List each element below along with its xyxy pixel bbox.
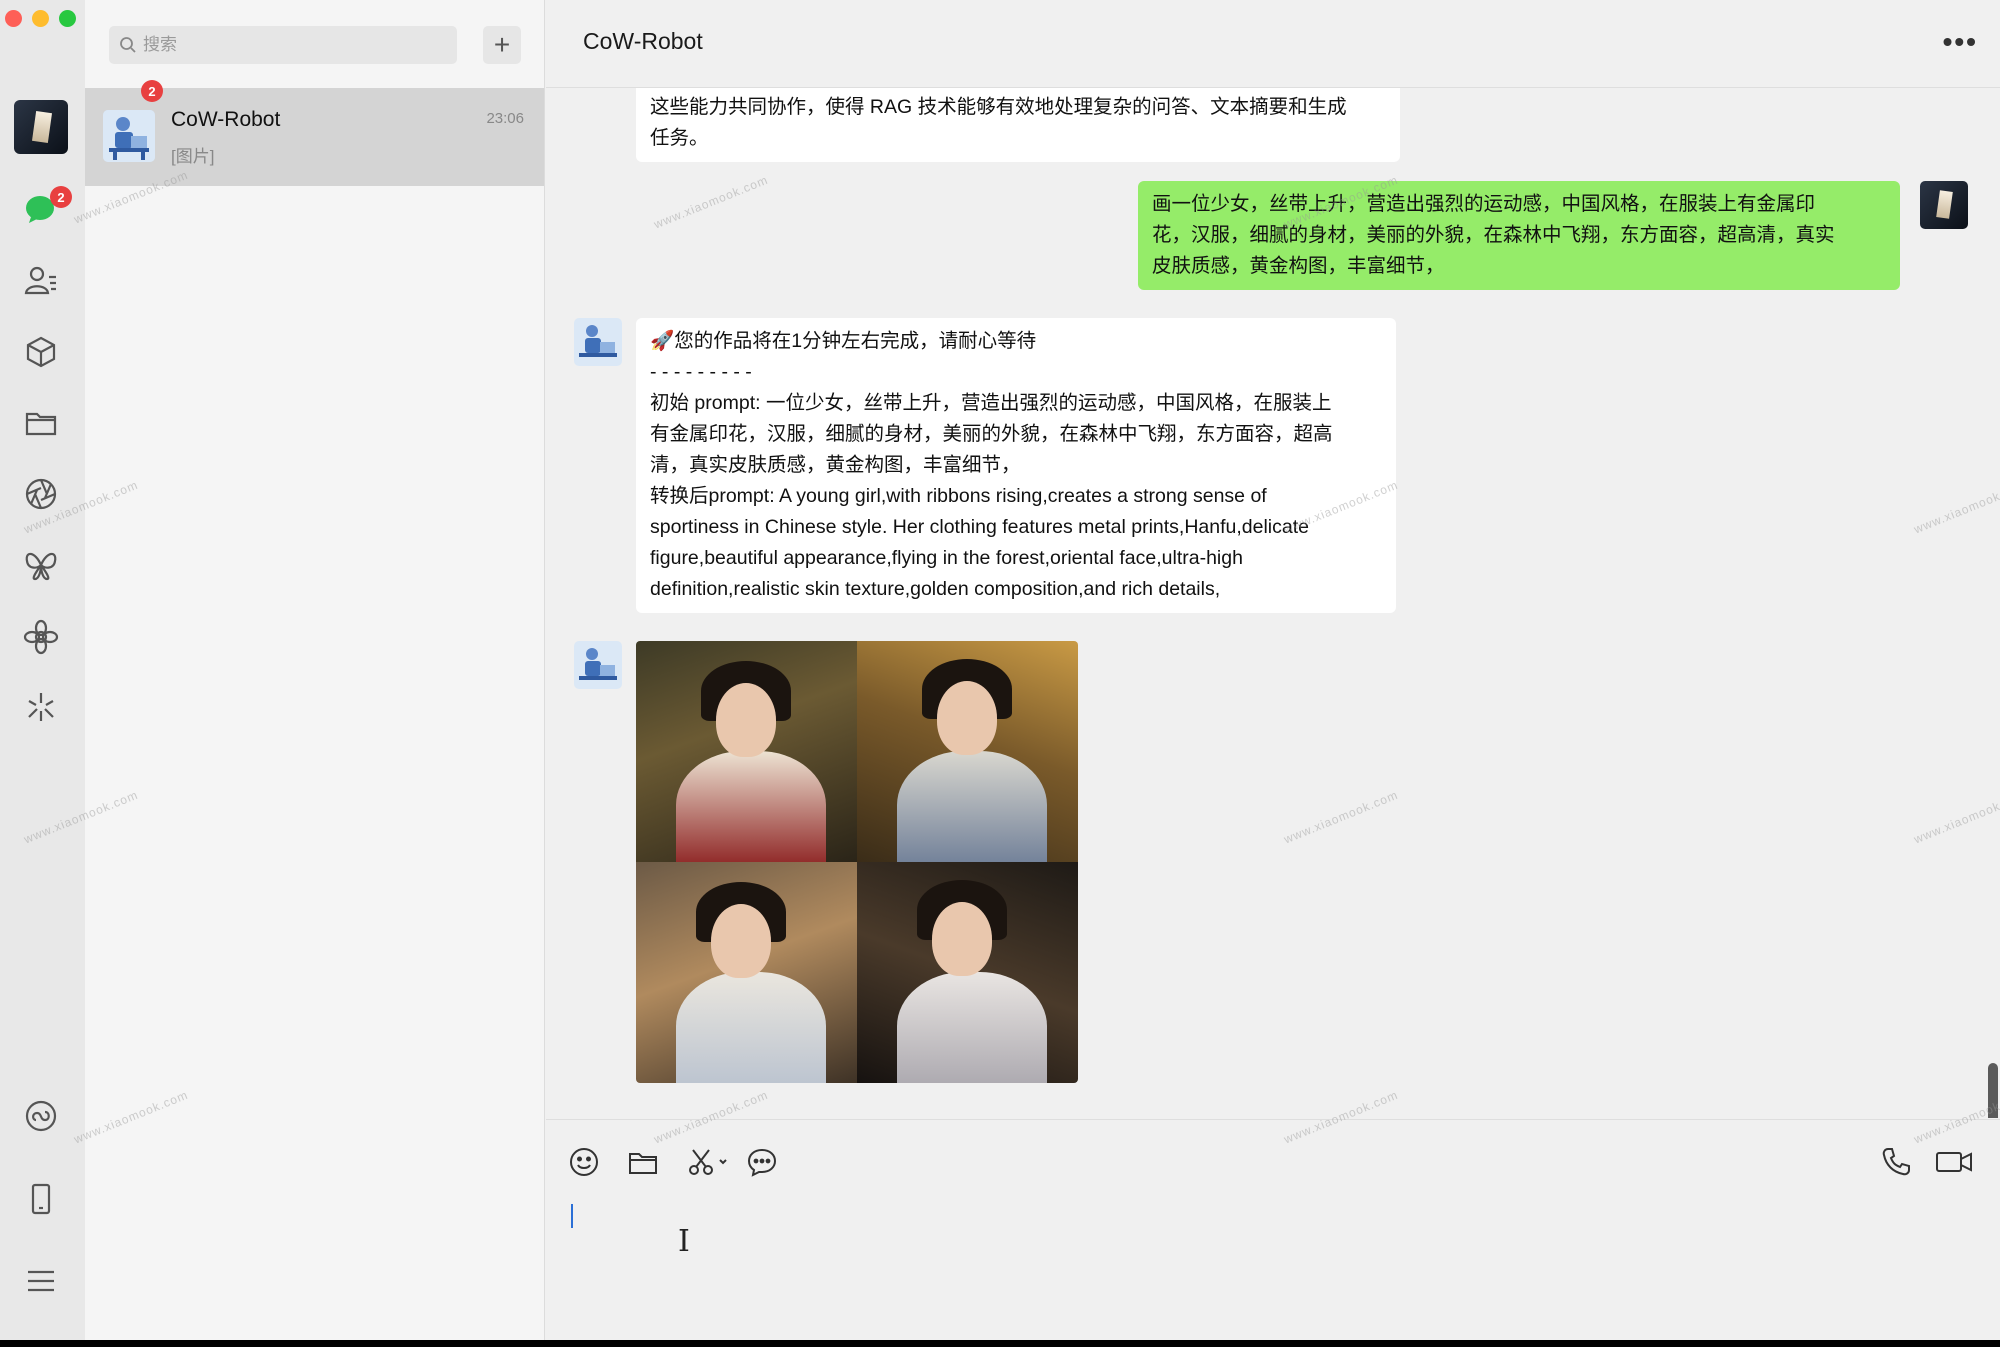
contacts-icon[interactable] — [20, 260, 62, 302]
nav-rail: 2 — [0, 0, 85, 1340]
my-message-avatar[interactable] — [1920, 181, 1968, 229]
robot-avatar — [103, 110, 155, 162]
generated-image-tile — [857, 641, 1078, 862]
conversation-unread-badge: 2 — [141, 80, 163, 102]
phone-icon[interactable] — [20, 1178, 62, 1220]
file-icon[interactable] — [625, 1144, 661, 1180]
conversation-name: CoW-Robot — [171, 108, 281, 131]
minimize-window-button[interactable] — [32, 10, 49, 27]
search-box[interactable] — [109, 26, 457, 64]
emoji-icon[interactable] — [566, 1144, 602, 1180]
message-line: 清，真实皮肤质感，黄金构图，丰富细节， — [650, 454, 1021, 476]
generated-image-tile — [636, 862, 857, 1083]
my-avatar[interactable] — [14, 100, 68, 154]
text-caret — [571, 1204, 573, 1228]
chat-unread-badge: 2 — [50, 186, 72, 208]
chat-header: CoW-Robot ••• — [546, 0, 2000, 88]
message-list: 这些能力共同协作，使得 RAG 技术能够有效地处理复杂的问答、文本摘要和生成 任… — [546, 88, 2000, 1118]
folder-icon[interactable] — [20, 402, 62, 444]
message-line: sportiness in Chinese style. Her clothin… — [650, 516, 1309, 538]
message-composer: I — [546, 1119, 2000, 1340]
message-line: 任务。 — [650, 127, 709, 149]
conversation-preview: [图片] — [171, 147, 215, 166]
bot-message-avatar[interactable] — [574, 318, 622, 366]
wechat-window: 2 搜索 + 2 CoW-Robot 23:06 [图片] CoW-Robot … — [0, 0, 2000, 1340]
generated-image-tile — [857, 862, 1078, 1083]
message-line: 转换后prompt: A young girl,with ribbons ris… — [650, 485, 1267, 507]
more-options-button[interactable]: ••• — [1943, 26, 1978, 58]
message-line: 花，汉服，细腻的身材，美丽的外貌，在森林中飞翔，东方面容，超高清，真实 — [1152, 224, 1835, 246]
message-line: 皮肤质感，黄金构图，丰富细节， — [1152, 255, 1445, 277]
voice-call-icon[interactable] — [1878, 1144, 1914, 1180]
conversation-time: 23:06 — [486, 110, 524, 127]
sparkle-icon[interactable] — [20, 686, 62, 728]
flower-icon[interactable] — [20, 616, 62, 658]
conversation-item[interactable]: 2 CoW-Robot 23:06 [图片] — [85, 80, 544, 186]
message-line: 🚀您的作品将在1分钟左右完成，请耐心等待 — [650, 330, 1037, 352]
conversation-list: + 2 CoW-Robot 23:06 [图片] — [85, 0, 545, 1340]
cube-icon[interactable] — [20, 331, 62, 373]
chat-icon[interactable]: 2 — [20, 186, 72, 230]
message-line: 画一位少女，丝带上升，营造出强烈的运动感，中国风格，在服装上有金属印 — [1152, 193, 1816, 215]
screenshot-icon[interactable] — [684, 1144, 732, 1180]
message-line: 初始 prompt: 一位少女，丝带上升，营造出强烈的运动感，中国风格，在服装上 — [650, 392, 1332, 414]
chat-title: CoW-Robot — [583, 28, 703, 54]
message-bubble[interactable]: 这些能力共同协作，使得 RAG 技术能够有效地处理复杂的问答、文本摘要和生成 任… — [636, 88, 1400, 162]
chat-history-icon[interactable] — [744, 1144, 780, 1180]
message-line: figure,beautiful appearance,flying in th… — [650, 547, 1243, 569]
message-line: - - - - - - - - - — [650, 361, 752, 383]
search-input[interactable] — [143, 35, 423, 55]
chat-panel: CoW-Robot ••• 这些能力共同协作，使得 RAG 技术能够有效地处理复… — [546, 0, 2000, 1340]
maximize-window-button[interactable] — [59, 10, 76, 27]
close-window-button[interactable] — [5, 10, 22, 27]
bot-message-avatar[interactable] — [574, 641, 622, 689]
video-call-icon[interactable] — [1933, 1144, 1975, 1180]
menu-icon[interactable] — [20, 1260, 62, 1302]
message-bubble[interactable]: 🚀您的作品将在1分钟左右完成，请耐心等待 - - - - - - - - - 初… — [636, 318, 1396, 613]
message-line: 有金属印花，汉服，细腻的身材，美丽的外貌，在森林中飞翔，东方面容，超高 — [650, 423, 1333, 445]
butterfly-icon[interactable] — [20, 544, 62, 586]
generated-image-tile — [636, 641, 857, 862]
text-cursor-ibeam: I — [678, 1224, 690, 1259]
generated-image-message[interactable] — [636, 641, 1078, 1083]
message-line: definition,realistic skin texture,golden… — [650, 578, 1221, 600]
my-message-bubble[interactable]: 画一位少女，丝带上升，营造出强烈的运动感，中国风格，在服装上有金属印 花，汉服，… — [1138, 181, 1900, 290]
add-button[interactable]: + — [483, 26, 521, 64]
search-icon — [120, 37, 136, 53]
miniprogram-icon[interactable] — [20, 1095, 62, 1137]
message-line: 这些能力共同协作，使得 RAG 技术能够有效地处理复杂的问答、文本摘要和生成 — [650, 96, 1347, 118]
